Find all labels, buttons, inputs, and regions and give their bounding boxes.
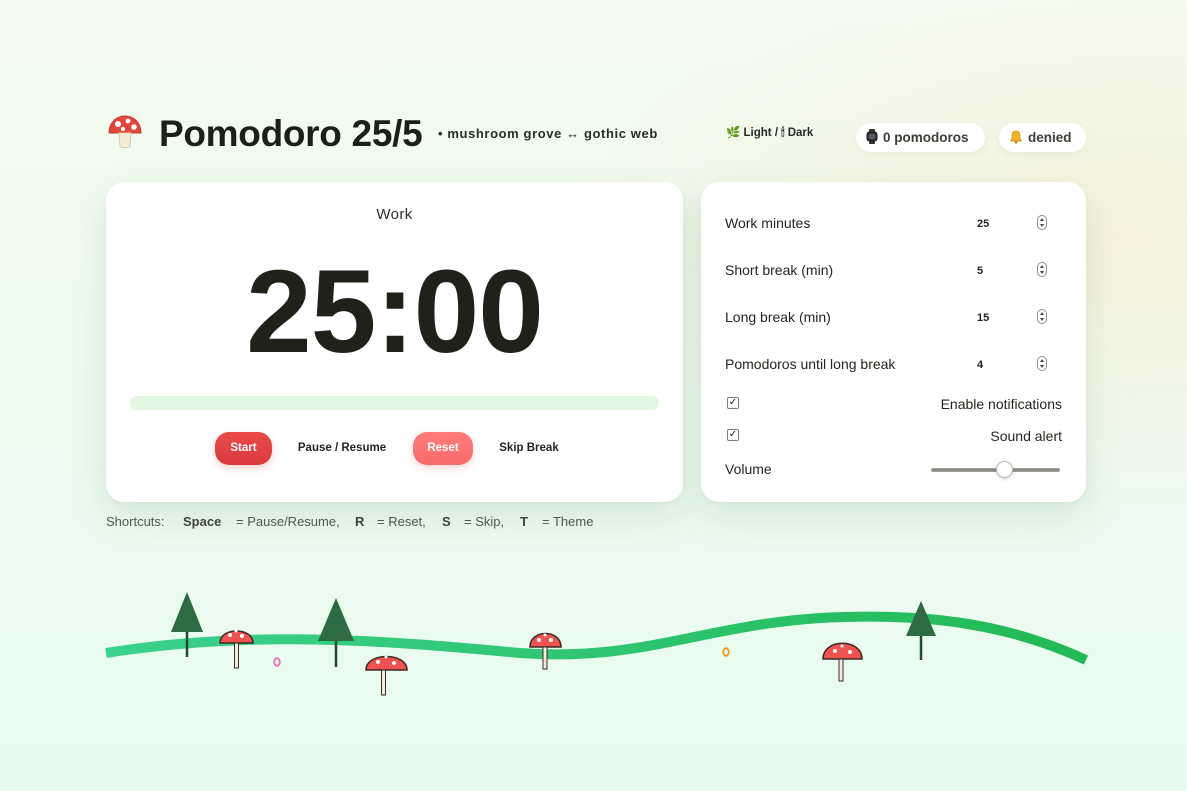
long-break-stepper[interactable] — [1037, 309, 1047, 324]
sound-alert-row: ✓ Sound alert — [725, 427, 1062, 447]
skip-break-button[interactable]: Skip Break — [494, 432, 564, 465]
timer-progress-bar — [130, 396, 659, 410]
shortcut-key-s: S — [442, 514, 451, 529]
app-header: Pomodoro 25/5 • mushroom grove ↔ gothic … — [106, 112, 1086, 156]
timer-card: Work 25:00 Start Pause / Resume Reset Sk… — [106, 182, 683, 502]
timer-display: 25:00 — [246, 246, 544, 378]
theme-toggle[interactable]: 🌿 Light / 🕯 Dark — [726, 125, 813, 141]
shortcut-action-r: = Reset, — [377, 514, 426, 529]
theme-light-label: Light / — [743, 127, 779, 139]
shortcut-action-space: = Pause/Resume, — [236, 514, 340, 529]
sound-alert-label: Sound alert — [990, 428, 1062, 444]
shortcut-key-t: T — [520, 514, 528, 529]
work-minutes-input[interactable] — [975, 213, 1063, 235]
pomodoro-count-badge: 0 pomodoros — [856, 123, 985, 152]
long-break-label: Long break (min) — [725, 309, 831, 325]
mushroom-icon — [822, 642, 863, 682]
pause-resume-button[interactable]: Pause / Resume — [290, 432, 394, 465]
notification-status-badge: denied — [999, 123, 1086, 152]
volume-label: Volume — [725, 461, 772, 477]
long-break-input[interactable] — [975, 307, 1063, 329]
start-button[interactable]: Start — [215, 432, 272, 465]
work-minutes-stepper[interactable] — [1037, 215, 1047, 230]
bell-icon — [1009, 123, 1023, 152]
notifications-row: ✓ Enable notifications — [725, 395, 1062, 415]
flower-icon — [722, 647, 730, 657]
timer-mode-label: Work — [376, 206, 413, 223]
mushroom-icon — [108, 115, 142, 148]
short-break-input[interactable] — [975, 260, 1063, 282]
reset-button[interactable]: Reset — [413, 432, 473, 465]
long-break-row: Long break (min) — [725, 307, 1065, 329]
notifications-label: Enable notifications — [940, 396, 1062, 412]
sound-alert-checkbox[interactable]: ✓ — [727, 429, 739, 441]
work-minutes-row: Work minutes — [725, 213, 1065, 235]
page-title: Pomodoro 25/5 — [159, 113, 423, 154]
watch-icon — [866, 123, 878, 152]
shortcut-key-space: Space — [183, 514, 222, 529]
short-break-stepper[interactable] — [1037, 262, 1047, 277]
page-subtitle: • mushroom grove ↔ gothic web — [438, 126, 658, 141]
theme-dark-label: Dark — [787, 127, 814, 139]
volume-row: Volume — [725, 459, 1062, 481]
grass-hill — [105, 611, 1089, 665]
until-long-break-input[interactable] — [975, 354, 1063, 376]
short-break-row: Short break (min) — [725, 260, 1065, 282]
tree-icon — [906, 601, 936, 660]
short-break-label: Short break (min) — [725, 262, 834, 278]
until-long-break-label: Pomodoros until long break — [725, 356, 896, 372]
until-long-break-row: Pomodoros until long break — [725, 354, 1065, 376]
shortcuts-prefix: Shortcuts: — [106, 514, 165, 529]
shortcut-key-r: R — [355, 514, 365, 529]
tree-icon — [318, 598, 354, 667]
shortcuts-hint: Shortcuts: Space = Pause/Resume, R = Res… — [106, 514, 706, 530]
pomodoro-count-label: 0 pomodoros — [883, 130, 969, 145]
mushroom-icon — [219, 629, 254, 669]
settings-card: Work minutes Short break (min) Long brea… — [701, 182, 1086, 502]
shortcut-action-t: = Theme — [542, 514, 594, 529]
candle-icon: 🕯 — [781, 127, 785, 139]
until-long-break-stepper[interactable] — [1037, 356, 1047, 371]
flower-icon — [273, 657, 281, 667]
mushroom-icon — [365, 655, 408, 696]
forest-scene — [105, 592, 1089, 696]
volume-slider-thumb[interactable] — [995, 461, 1013, 478]
notifications-checkbox[interactable]: ✓ — [727, 397, 739, 409]
leaf-icon: 🌿 — [726, 127, 741, 139]
shortcut-action-s: = Skip, — [464, 514, 505, 529]
notification-status-label: denied — [1028, 130, 1072, 145]
work-minutes-label: Work minutes — [725, 215, 811, 231]
